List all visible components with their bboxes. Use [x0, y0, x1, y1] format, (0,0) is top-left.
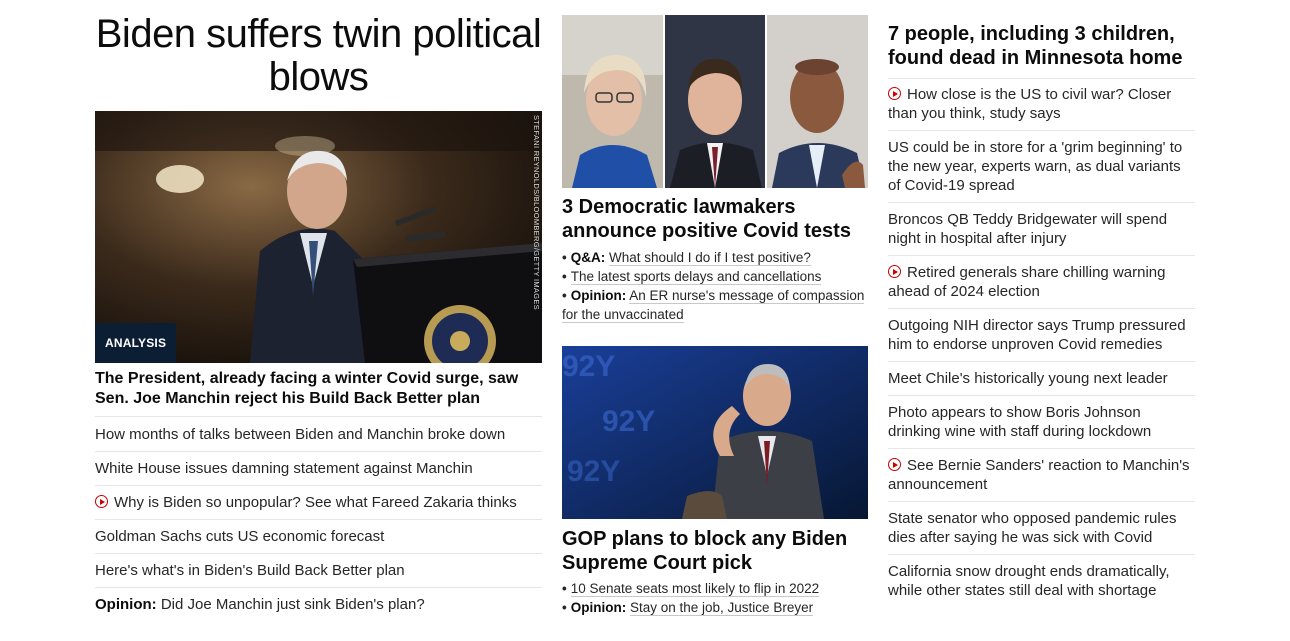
list-item[interactable]: • Opinion: An ER nurse's message of compa… — [562, 286, 868, 324]
lawmaker-photo-1 — [562, 15, 663, 188]
video-play-icon — [95, 495, 108, 508]
list-item-text[interactable]: California snow drought ends dramaticall… — [888, 563, 1170, 599]
list-item[interactable]: White House issues damning statement aga… — [95, 452, 542, 486]
list-item-text[interactable]: See Bernie Sanders' reaction to Manchin'… — [888, 457, 1190, 493]
list-item[interactable]: • Q&A: What should I do if I test positiv… — [562, 248, 868, 267]
list-item-text[interactable]: Photo appears to show Boris Johnson drin… — [888, 404, 1151, 440]
svg-text:92Y: 92Y — [562, 350, 615, 383]
bullet: • — [562, 600, 567, 615]
lawmaker-photo-3 — [767, 15, 869, 188]
bullet: • — [562, 269, 567, 284]
story-headline-gop-court[interactable]: GOP plans to block any Biden Supreme Cou… — [562, 527, 868, 575]
opinion-prefix: Opinion: — [570, 600, 627, 615]
list-item-text[interactable]: Retired generals share chilling warning … — [888, 264, 1165, 300]
list-item[interactable]: • Opinion: Stay on the job, Justice Breye… — [562, 598, 868, 617]
court-related-links: • 10 Senate seats most likely to flip in … — [562, 579, 868, 617]
lead-related-list: How months of talks between Biden and Ma… — [95, 418, 542, 621]
list-item[interactable]: Goldman Sachs cuts US economic forecast — [95, 520, 542, 554]
video-play-icon — [888, 87, 901, 100]
list-item-text[interactable]: How months of talks between Biden and Ma… — [95, 426, 505, 443]
covid-related-links: • Q&A: What should I do if I test positiv… — [562, 248, 868, 324]
lawmakers-image[interactable] — [562, 15, 869, 188]
breyer-image[interactable]: 92Y 92Y 92Y — [562, 346, 868, 519]
lead-story-column: Biden suffers twin political blows STEFA… — [95, 0, 542, 613]
svg-text:92Y: 92Y — [567, 455, 620, 488]
list-item-text[interactable]: Meet Chile's historically young next lea… — [888, 370, 1168, 387]
analysis-badge: ANALYSIS — [95, 323, 177, 363]
list-item[interactable]: Retired generals share chilling warning … — [888, 256, 1195, 309]
bullet: • — [562, 288, 567, 303]
lead-story-image[interactable]: STEFANI REYNOLDS/BLOOMBERG/GETTY IMAGES … — [95, 111, 542, 363]
list-item-text[interactable]: Did Joe Manchin just sink Biden's plan? — [161, 596, 425, 613]
list-item[interactable]: How close is the US to civil war? Closer… — [888, 78, 1195, 131]
list-item-text[interactable]: Broncos QB Teddy Bridgewater will spend … — [888, 211, 1167, 247]
list-item[interactable]: Why is Biden so unpopular? See what Fare… — [95, 486, 542, 520]
bullet: • — [562, 581, 567, 596]
list-item-text[interactable]: White House issues damning statement aga… — [95, 460, 473, 477]
link-text[interactable]: Stay on the job, Justice Breyer — [629, 600, 814, 616]
list-item-text[interactable]: Why is Biden so unpopular? See what Fare… — [114, 494, 517, 511]
list-item-text[interactable]: Outgoing NIH director says Trump pressur… — [888, 317, 1186, 353]
link-text[interactable]: 10 Senate seats most likely to flip in 2… — [570, 581, 820, 597]
video-play-icon — [888, 458, 901, 471]
list-item-text[interactable]: Goldman Sachs cuts US economic forecast — [95, 528, 384, 545]
list-item[interactable]: Outgoing NIH director says Trump pressur… — [888, 309, 1195, 362]
list-item[interactable]: How months of talks between Biden and Ma… — [95, 418, 542, 452]
list-item[interactable]: • The latest sports delays and cancellati… — [562, 267, 868, 286]
list-item-text[interactable]: State senator who opposed pandemic rules… — [888, 510, 1177, 546]
list-item[interactable]: See Bernie Sanders' reaction to Manchin'… — [888, 449, 1195, 502]
story-headline-covid-tests[interactable]: 3 Democratic lawmakers announce positive… — [562, 195, 868, 243]
list-item[interactable]: State senator who opposed pandemic rules… — [888, 502, 1195, 555]
list-item[interactable]: Here's what's in Biden's Build Back Bett… — [95, 554, 542, 588]
list-item[interactable]: US could be in store for a 'grim beginni… — [888, 131, 1195, 203]
list-item-text[interactable]: How close is the US to civil war? Closer… — [888, 86, 1171, 122]
list-item[interactable]: • 10 Senate seats most likely to flip in … — [562, 579, 868, 598]
list-item[interactable]: Opinion: Did Joe Manchin just sink Biden… — [95, 588, 542, 621]
list-item[interactable]: Meet Chile's historically young next lea… — [888, 362, 1195, 396]
list-item-text[interactable]: Here's what's in Biden's Build Back Bett… — [95, 562, 405, 579]
image-credit: STEFANI REYNOLDS/BLOOMBERG/GETTY IMAGES — [532, 115, 541, 310]
link-text[interactable]: What should I do if I test positive? — [609, 250, 811, 266]
lead-story-headline[interactable]: The President, already facing a winter C… — [95, 369, 542, 417]
video-play-icon — [888, 265, 901, 278]
breyer-photo: 92Y 92Y 92Y — [562, 346, 868, 519]
qa-prefix: Q&A: — [570, 250, 606, 265]
list-item[interactable]: California snow drought ends dramaticall… — [888, 555, 1195, 607]
minnesota-headline[interactable]: 7 people, including 3 children, found de… — [888, 22, 1195, 79]
link-text[interactable]: The latest sports delays and cancellatio… — [570, 269, 822, 285]
bullet: • — [562, 250, 567, 265]
lead-story-title[interactable]: Biden suffers twin political blows — [95, 13, 542, 99]
list-item[interactable]: Broncos QB Teddy Bridgewater will spend … — [888, 203, 1195, 256]
list-item-text[interactable]: US could be in store for a 'grim beginni… — [888, 139, 1182, 194]
headlines-list: How close is the US to civil war? Closer… — [888, 78, 1195, 607]
opinion-prefix: Opinion: — [570, 288, 627, 303]
svg-text:92Y: 92Y — [602, 405, 655, 438]
list-item[interactable]: Photo appears to show Boris Johnson drin… — [888, 396, 1195, 449]
lawmaker-photo-2 — [664, 15, 766, 188]
opinion-prefix: Opinion: — [95, 596, 157, 613]
